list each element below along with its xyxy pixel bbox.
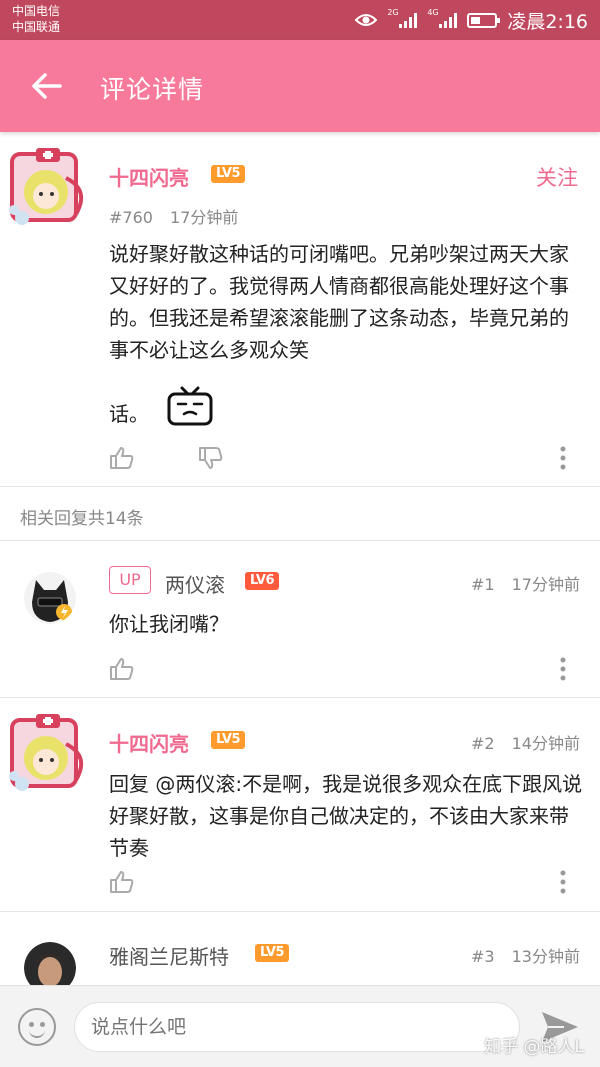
- comment-text: 说好聚好散这种话的可闭嘴吧。兄弟吵架过两天大家又好好的了。我觉得两人情商都很高能…: [109, 242, 569, 362]
- floor-number: #2: [470, 734, 495, 753]
- floor-number: #1: [470, 575, 495, 594]
- level-badge: LV6: [245, 572, 279, 590]
- time-ago: 13分钟前: [511, 947, 580, 966]
- divider: [0, 911, 600, 912]
- battery-icon: [467, 12, 501, 28]
- eye-icon: [355, 14, 378, 26]
- comment-meta: #760 17分钟前: [109, 204, 238, 228]
- carrier-1: 中国电信: [12, 4, 61, 18]
- comment-input[interactable]: [74, 1002, 520, 1052]
- net-2-label: 4G: [427, 8, 439, 17]
- dislike-icon[interactable]: [198, 446, 224, 470]
- time-ago: 14分钟前: [511, 734, 580, 753]
- watermark: 知乎 @路人L: [484, 1037, 584, 1057]
- tv-emoticon-icon: [167, 386, 213, 426]
- clock: 凌晨2:16: [507, 10, 588, 33]
- replies-count-label: 相关回复共14条: [20, 509, 144, 529]
- back-arrow-icon[interactable]: [26, 68, 66, 104]
- more-options-icon[interactable]: [560, 870, 566, 894]
- comment-text: 回复 @两仪滚:不是啊，我是说很多观众在底下跟风说好聚好散，这事是你自己做决定的…: [109, 772, 583, 860]
- avatar[interactable]: [6, 148, 90, 232]
- comment-text: 你让我闭嘴？: [109, 612, 229, 636]
- floor-number: #760: [109, 208, 153, 227]
- more-options-icon[interactable]: [560, 446, 566, 470]
- app-bar: 评论详情: [0, 40, 600, 132]
- carrier-info: 中国电信 中国联通: [12, 3, 60, 35]
- divider: [0, 486, 600, 487]
- divider: [0, 540, 600, 541]
- up-badge: UP: [109, 566, 151, 594]
- comment-meta: #2 14分钟前: [471, 730, 580, 754]
- net-1-label: 2G: [387, 8, 399, 17]
- floor-number: #3: [470, 947, 495, 966]
- username[interactable]: 雅阁兰尼斯特: [109, 941, 229, 970]
- like-icon[interactable]: [109, 657, 135, 681]
- level-badge: LV5: [211, 731, 245, 749]
- username[interactable]: 两仪滚: [165, 569, 225, 598]
- time-ago: 17分钟前: [511, 575, 580, 594]
- follow-button[interactable]: 关注: [536, 162, 578, 192]
- page-title: 评论详情: [100, 75, 205, 104]
- avatar[interactable]: [24, 572, 76, 624]
- signal-4g-icon: 4G: [427, 8, 458, 28]
- time-ago: 17分钟前: [170, 208, 239, 227]
- username[interactable]: 十四闪亮: [109, 728, 189, 757]
- avatar[interactable]: [6, 714, 90, 798]
- level-badge: LV5: [255, 944, 289, 962]
- emoji-icon[interactable]: [18, 1008, 56, 1046]
- like-icon[interactable]: [109, 446, 135, 470]
- comment-meta: #1 17分钟前: [471, 571, 580, 595]
- comment-text-end: 话。: [109, 402, 149, 426]
- comment-meta: #3 13分钟前: [471, 943, 580, 967]
- status-bar: 中国电信 中国联通 2G 4G 凌晨2:16: [0, 0, 600, 40]
- carrier-2: 中国联通: [12, 20, 61, 34]
- username[interactable]: 十四闪亮: [109, 162, 189, 191]
- divider: [0, 697, 600, 698]
- like-icon[interactable]: [109, 870, 135, 894]
- signal-2g-icon: 2G: [387, 8, 418, 28]
- more-options-icon[interactable]: [560, 657, 566, 681]
- level-badge: LV5: [211, 165, 245, 183]
